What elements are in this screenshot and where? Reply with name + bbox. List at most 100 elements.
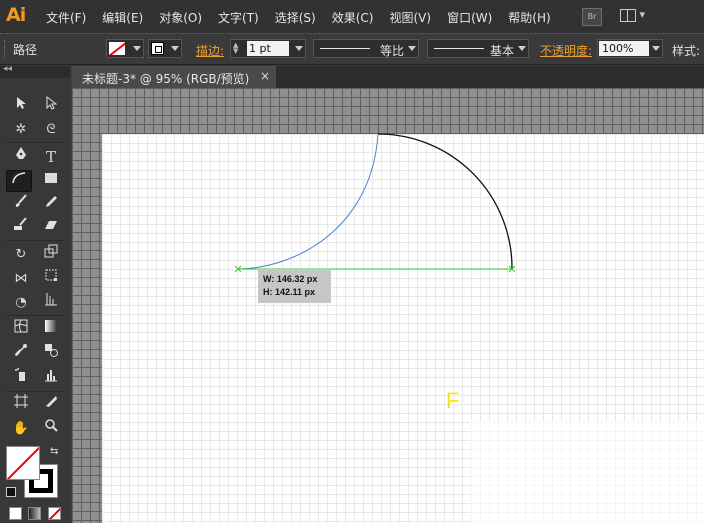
artboard-tool[interactable]	[8, 394, 34, 416]
divider	[6, 142, 64, 143]
mesh-icon	[14, 319, 28, 333]
app-logo: Ai	[6, 4, 26, 26]
brush-definition-dropdown[interactable]: 基本	[427, 39, 529, 58]
menu-window[interactable]: 窗口(W)	[447, 9, 492, 26]
chevron-down-icon	[295, 46, 303, 51]
default-colors-icon[interactable]	[6, 487, 16, 497]
pencil-tool[interactable]	[38, 194, 64, 216]
color-mode-button[interactable]	[9, 507, 22, 520]
paintbrush-icon	[15, 194, 27, 207]
variable-width-profile-dropdown[interactable]: 等比	[313, 39, 419, 58]
direct-selection-tool[interactable]	[38, 95, 64, 118]
menu-object[interactable]: 对象(O)	[159, 9, 202, 26]
blob-brush-icon	[14, 217, 27, 230]
perspective-grid-tool[interactable]	[38, 292, 64, 314]
selection-tool[interactable]	[8, 96, 34, 118]
menu-type[interactable]: 文字(T)	[218, 9, 259, 26]
rectangle-icon	[45, 173, 57, 183]
type-tool[interactable]: T	[38, 146, 64, 168]
fill-color-swatch[interactable]	[6, 446, 40, 480]
scale-tool[interactable]	[38, 244, 64, 266]
document-tab[interactable]: 未标题-3* @ 95% (RGB/预览) ×	[72, 66, 276, 88]
lasso-icon: ᘓ	[46, 122, 56, 137]
arrow-icon	[17, 97, 26, 109]
arrange-documents-button[interactable]: ▾	[620, 8, 650, 24]
toolbox-header[interactable]: ◂◂	[0, 64, 70, 78]
arc-icon	[12, 172, 26, 184]
close-icon[interactable]: ×	[260, 69, 270, 83]
scale-icon	[44, 244, 58, 258]
shape-builder-tool[interactable]: ◔	[8, 292, 34, 314]
panel-grip[interactable]	[4, 40, 8, 58]
fill-color-dropdown[interactable]	[106, 39, 144, 58]
brush-line-icon	[434, 48, 484, 49]
hand-tool[interactable]: ✋	[8, 418, 34, 440]
rectangle-tool[interactable]	[38, 170, 64, 192]
blob-brush-tool[interactable]	[8, 217, 34, 239]
tooltip-width: W: 146.32 px	[263, 274, 318, 284]
mesh-tool[interactable]	[8, 319, 34, 341]
none-mode-button[interactable]	[48, 507, 61, 520]
divider	[6, 240, 64, 241]
blend-tool[interactable]	[38, 343, 64, 365]
menu-help[interactable]: 帮助(H)	[508, 9, 550, 26]
pencil-icon	[46, 196, 57, 207]
none-fill-icon	[109, 42, 125, 55]
rotate-tool[interactable]: ↻	[8, 244, 34, 266]
menu-file[interactable]: 文件(F)	[46, 9, 86, 26]
type-icon: T	[45, 148, 56, 166]
main-menu: 文件(F) 编辑(E) 对象(O) 文字(T) 选择(S) 效果(C) 视图(V…	[46, 9, 567, 26]
menu-effect[interactable]: 效果(C)	[332, 9, 374, 26]
control-bar: 路径 描边: ▲ ▼ 1 pt 等比 基本 不透明度: 100% 样式:	[0, 34, 704, 65]
brush-label: 基本	[489, 44, 514, 58]
gradient-tool[interactable]	[38, 319, 64, 341]
slice-tool[interactable]	[38, 394, 64, 416]
chevron-down-icon: ▾	[639, 8, 646, 21]
slice-icon	[46, 396, 57, 407]
chevron-down-icon	[171, 46, 179, 51]
symbol-sprayer-icon	[15, 368, 25, 381]
opacity-panel-link[interactable]: 不透明度:	[540, 42, 592, 59]
menu-view[interactable]: 视图(V)	[389, 9, 431, 26]
perspective-grid-icon	[45, 293, 57, 306]
opacity-field[interactable]: 100%	[597, 39, 663, 58]
arc-tool[interactable]	[6, 170, 32, 192]
opacity-value[interactable]: 100%	[599, 41, 649, 56]
collapse-icon[interactable]: ◂◂	[3, 64, 12, 74]
free-transform-icon	[45, 269, 57, 281]
stroke-weight-value[interactable]: 1 pt	[247, 41, 289, 56]
eyedropper-tool[interactable]	[8, 343, 34, 365]
lasso-tool[interactable]: ᘓ	[38, 119, 64, 141]
width-tool[interactable]: ⋈	[8, 268, 34, 290]
tooltip-height: H: 142.11 px	[263, 287, 316, 297]
artboard-text[interactable]: F	[446, 388, 459, 414]
paintbrush-tool[interactable]	[8, 194, 34, 216]
style-label: 样式:	[672, 44, 701, 58]
stroke-swatch-icon	[151, 42, 164, 55]
magic-wand-tool[interactable]: ✲	[8, 119, 34, 141]
pen-icon	[16, 147, 26, 159]
stroke-weight-field[interactable]: ▲ ▼ 1 pt	[230, 39, 306, 58]
zoom-tool[interactable]	[38, 418, 64, 440]
menu-select[interactable]: 选择(S)	[275, 9, 316, 26]
pen-tool[interactable]	[8, 146, 34, 168]
symbol-sprayer-tool[interactable]	[8, 368, 34, 390]
profile-label: 等比	[379, 44, 404, 58]
free-transform-tool[interactable]	[38, 268, 64, 290]
stroke-panel-link[interactable]: 描边:	[196, 42, 224, 59]
document-tab-bar: 未标题-3* @ 95% (RGB/预览) ×	[72, 66, 704, 88]
bridge-button[interactable]: Br	[582, 8, 602, 26]
stepper-icon[interactable]: ▲ ▼	[233, 42, 243, 55]
artboard[interactable]	[102, 134, 704, 523]
bar-chart-icon	[45, 370, 57, 382]
eraser-tool[interactable]	[38, 217, 64, 239]
stroke-color-dropdown[interactable]	[148, 39, 182, 58]
gradient-mode-button[interactable]	[28, 507, 41, 520]
rotate-icon: ↻	[15, 247, 27, 262]
chevron-down-icon	[133, 46, 141, 51]
divider	[6, 391, 64, 392]
swap-colors-icon[interactable]: ⇆	[50, 446, 58, 457]
column-graph-tool[interactable]	[38, 368, 64, 390]
menu-edit[interactable]: 编辑(E)	[102, 9, 143, 26]
width-icon: ⋈	[14, 271, 28, 286]
